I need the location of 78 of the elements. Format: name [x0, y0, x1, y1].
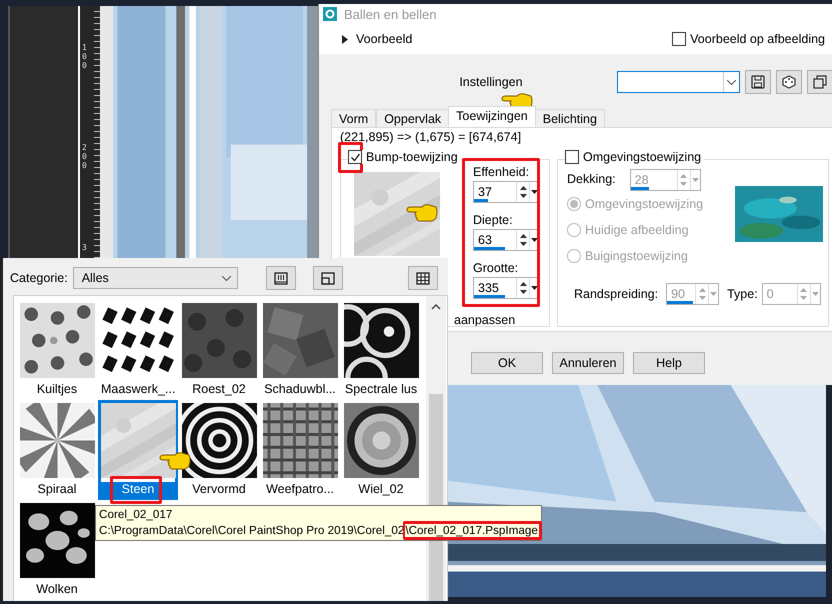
save-button[interactable]: [745, 70, 771, 94]
view-button[interactable]: [312, 266, 343, 290]
option-label: aanpassen: [454, 313, 516, 327]
app-icon: [323, 7, 337, 21]
checkbox-label: Voorbeeld op afbeelding: [690, 32, 825, 46]
checkbox-label: Bump-toewijzing: [366, 150, 458, 164]
dice-icon: [782, 75, 796, 89]
texture-item[interactable]: Maaswerk_...: [98, 300, 178, 400]
radio-button[interactable]: [567, 197, 581, 211]
texture-label: Vervormd: [191, 482, 247, 497]
dialog-button[interactable]: Annuleren: [552, 352, 624, 374]
radio-label: Huidige afbeelding: [585, 223, 689, 237]
dialog-button[interactable]: Help: [633, 352, 705, 374]
dialog-button[interactable]: OK: [471, 352, 543, 374]
tab[interactable]: Belichting: [534, 109, 605, 127]
field-label: Effenheid:: [473, 165, 530, 181]
triangle-icon: [341, 34, 349, 44]
view-button[interactable]: [266, 266, 296, 290]
ruler-label: 3: [82, 244, 88, 253]
texture-item[interactable]: Spiraal: [17, 400, 97, 500]
texture-label: Spiraal: [36, 482, 78, 497]
texture-label: Schaduwbl...: [263, 382, 337, 397]
texture-label: Weefpatro...: [265, 482, 335, 497]
window-icon: [320, 272, 335, 284]
texture-label: Maaswerk_...: [101, 382, 175, 397]
radio-button[interactable]: [567, 249, 581, 263]
texture-label: Steen: [101, 482, 175, 497]
texture-label: Spectrale lus: [344, 382, 418, 397]
tab[interactable]: Toewijzingen: [448, 106, 536, 127]
texture-label: Wolken: [35, 582, 79, 597]
texture-item[interactable]: Roest_02: [179, 300, 259, 400]
settings-label: Instellingen: [458, 75, 524, 89]
checkbox[interactable]: [348, 150, 362, 164]
caret-icon: [222, 276, 231, 280]
randomize-button[interactable]: [776, 70, 802, 94]
columns-icon: [274, 272, 288, 284]
settings-dropdown[interactable]: [616, 71, 740, 93]
highlight-frame: [110, 476, 162, 504]
category-dropdown[interactable]: Alles: [72, 267, 238, 289]
preview-toggle[interactable]: Voorbeeld: [341, 32, 412, 46]
texture-item[interactable]: Spectrale lus: [341, 300, 421, 400]
tooltip-title: Corel_02_017: [99, 507, 174, 523]
coordinates-readout: (221,895) => (1,675) = [674,674]: [339, 129, 522, 146]
checkbox[interactable]: [672, 32, 686, 46]
texture-label: Kuiltjes: [36, 382, 78, 397]
texture-item[interactable]: Schaduwbl...: [260, 300, 340, 400]
radio-label: Omgevingstoewijzing: [585, 197, 704, 211]
pointing-hand-icon: [405, 203, 439, 223]
field-label: Type:: [727, 287, 758, 301]
field-label: Randspreiding:: [574, 287, 658, 301]
ruler-label: 100: [82, 44, 88, 70]
grid-icon: [416, 272, 430, 284]
save-icon: [751, 75, 765, 89]
texture-label: Roest_02: [191, 382, 247, 397]
texture-item[interactable]: Kuiltjes: [17, 300, 97, 400]
radio-label: Buigingstoewijzing: [585, 249, 688, 263]
checkbox[interactable]: [565, 150, 579, 164]
pointing-hand-icon: [158, 451, 192, 471]
caret-icon: [727, 80, 736, 84]
field-label: Categorie:: [10, 271, 68, 285]
texture-item[interactable]: Weefpatro...: [260, 400, 340, 500]
field-label: Grootte:: [473, 261, 520, 277]
copy-icon: [813, 75, 827, 89]
ruler-label: 200: [82, 144, 88, 170]
checkbox-label: Omgevingstoewijzing: [583, 150, 702, 164]
radio-button[interactable]: [567, 223, 581, 237]
tab[interactable]: Oppervlak: [376, 109, 450, 127]
tab[interactable]: Vorm: [331, 109, 376, 127]
window-title: Ballen en bellen: [344, 6, 437, 22]
texture-item[interactable]: Vervormd: [179, 400, 259, 500]
preset-button[interactable]: [807, 70, 832, 94]
texture-item[interactable]: Wolken: [17, 500, 97, 600]
texture-label: Wiel_02: [357, 482, 405, 497]
view-button[interactable]: [408, 266, 438, 290]
field-label: Dekking:: [567, 172, 616, 188]
highlight-frame: [338, 142, 363, 173]
texture-item[interactable]: Wiel_02: [341, 400, 421, 500]
field-label: Diepte:: [473, 213, 514, 229]
